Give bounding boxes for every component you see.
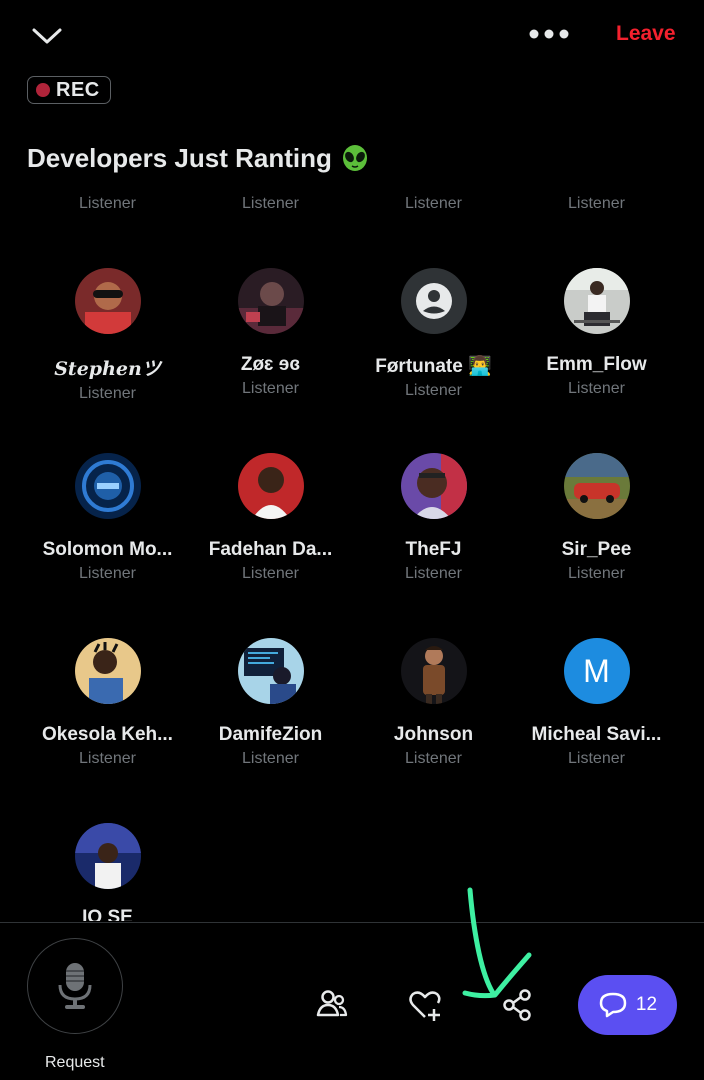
participant-name: Micheal Savi...	[531, 724, 662, 745]
participant-cell[interactable]: DamifeZion Listener	[189, 638, 352, 768]
participant-cell[interactable]: Okesola Keh... Listener	[26, 638, 189, 768]
role-label: Listener	[405, 565, 462, 582]
request-label: Request	[45, 1054, 105, 1071]
participant-cell[interactable]: Emm_Flow Listener	[515, 268, 678, 398]
chat-bubble-icon	[599, 992, 627, 1018]
people-icon[interactable]	[312, 985, 352, 1025]
avatar[interactable]	[74, 453, 141, 519]
role-label: Listener	[79, 565, 136, 582]
role-label: Listener	[242, 195, 299, 212]
avatar[interactable]: M	[563, 638, 630, 704]
record-dot-icon	[36, 83, 50, 97]
participant-cell[interactable]: Førtunate 👨‍💻 Listener	[352, 268, 515, 400]
participant-name: 𝑺𝒕𝒆𝒑𝒉𝒆𝒏ツ	[54, 358, 161, 380]
participant-name: Zøɛ ɘɞ	[240, 354, 301, 375]
chat-count: 12	[635, 994, 658, 1015]
rec-badge: REC	[27, 76, 111, 104]
role-label: Listener	[568, 195, 625, 212]
participant-cell[interactable]: Sir_Pee Listener	[515, 453, 678, 583]
chat-button[interactable]: 12	[578, 975, 677, 1035]
participant-cell[interactable]: 𝑺𝒕𝒆𝒑𝒉𝒆𝒏ツ Listener	[26, 268, 189, 403]
role-label: Listener	[242, 565, 299, 582]
avatar[interactable]	[74, 638, 141, 704]
participant-name: Fadehan Da...	[208, 539, 333, 560]
share-icon[interactable]	[497, 985, 537, 1025]
participant-cell[interactable]: Johnson Listener	[352, 638, 515, 768]
role-label: Listener	[568, 750, 625, 767]
role-label: Listener	[79, 195, 136, 212]
participant-cell[interactable]: Listener	[26, 195, 189, 213]
participant-cell[interactable]: Zøɛ ɘɞ Listener	[189, 268, 352, 398]
role-label: Listener	[79, 750, 136, 767]
default-avatar-icon	[400, 268, 467, 334]
avatar-letter: M	[583, 652, 610, 689]
participant-name: Solomon Mo...	[42, 539, 173, 560]
role-label: Listener	[405, 750, 462, 767]
avatar[interactable]	[400, 453, 467, 519]
request-mic-button[interactable]	[27, 938, 123, 1034]
participant-name: Johnson	[393, 724, 474, 745]
role-label: Listener	[242, 380, 299, 397]
chevron-down-icon[interactable]	[30, 22, 64, 48]
role-label: Listener	[79, 385, 136, 402]
participant-name: Emm_Flow	[546, 354, 647, 375]
participant-name: DamifeZion	[218, 724, 323, 745]
heart-plus-icon[interactable]	[405, 985, 445, 1025]
alien-icon	[342, 144, 367, 171]
participant-cell[interactable]: IO SE	[26, 823, 189, 921]
microphone-icon	[58, 963, 92, 1009]
participant-cell[interactable]: Listener	[515, 195, 678, 213]
participant-cell[interactable]: Solomon Mo... Listener	[26, 453, 189, 583]
participant-name: TheFJ	[405, 539, 462, 560]
avatar[interactable]	[563, 453, 630, 519]
leave-button[interactable]: Leave	[616, 22, 676, 46]
avatar[interactable]	[74, 268, 141, 334]
role-label: Listener	[405, 382, 462, 399]
rec-label: REC	[56, 78, 100, 101]
avatar[interactable]	[237, 638, 304, 704]
avatar[interactable]	[400, 638, 467, 704]
role-label: Listener	[568, 565, 625, 582]
top-bar: Leave	[0, 0, 704, 70]
avatar[interactable]	[237, 268, 304, 334]
participant-name: Førtunate 👨‍💻	[375, 356, 492, 377]
space-title: Developers Just Ranting	[27, 143, 370, 174]
participant-name: IO SE	[82, 907, 133, 921]
participant-cell[interactable]: Fadehan Da... Listener	[189, 453, 352, 583]
participant-cell[interactable]: TheFJ Listener	[352, 453, 515, 583]
role-label: Listener	[405, 195, 462, 212]
role-label: Listener	[568, 380, 625, 397]
avatar[interactable]	[400, 268, 467, 334]
space-title-text: Developers Just Ranting	[27, 143, 332, 173]
participant-cell[interactable]: Listener	[189, 195, 352, 213]
avatar[interactable]	[563, 268, 630, 334]
participant-cell[interactable]: M Micheal Savi... Listener	[515, 638, 678, 768]
avatar[interactable]	[74, 823, 141, 889]
more-icon[interactable]	[527, 24, 571, 44]
role-label: Listener	[242, 750, 299, 767]
avatar[interactable]	[237, 453, 304, 519]
participant-cell[interactable]: Listener	[352, 195, 515, 213]
bottom-bar: Request 12	[0, 923, 704, 1080]
participant-name: Sir_Pee	[561, 539, 632, 560]
participant-name: Okesola Keh...	[42, 724, 173, 745]
